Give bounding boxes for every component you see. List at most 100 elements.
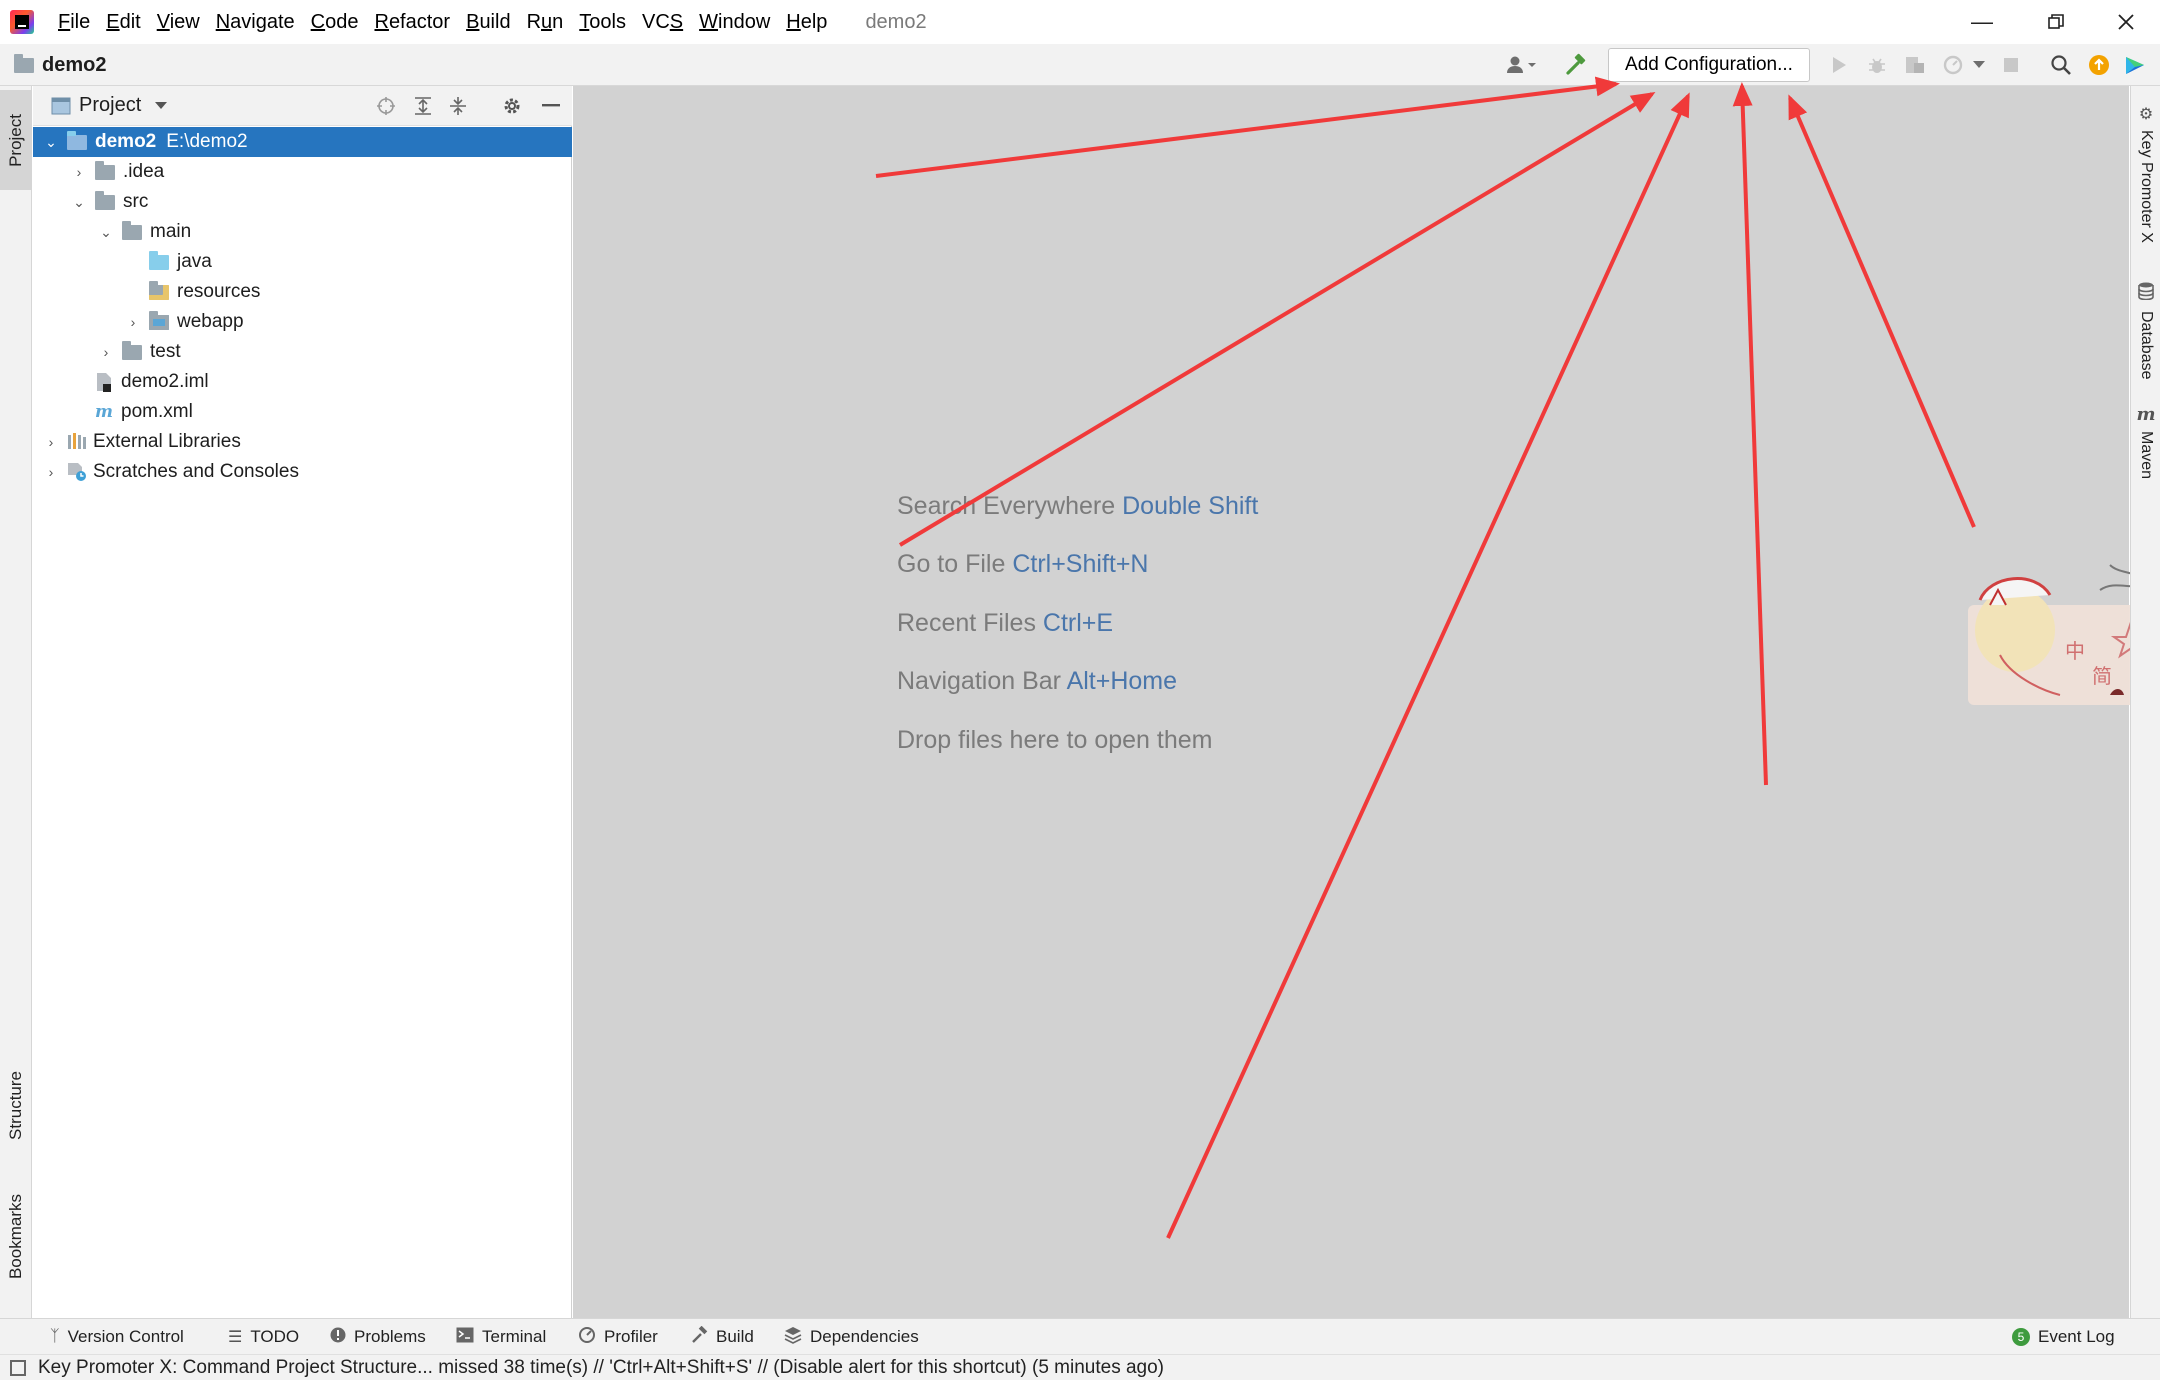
tree-item-demo2-iml[interactable]: demo2.iml <box>33 367 572 397</box>
search-icon[interactable] <box>2046 44 2076 86</box>
menu-vcs[interactable]: VCS <box>634 0 691 44</box>
build-hammer-icon[interactable] <box>1556 44 1596 86</box>
tree-item-label: External Libraries <box>93 431 241 452</box>
tree-item-resources[interactable]: resources <box>33 277 572 307</box>
tool-tab-dependencies[interactable]: Dependencies <box>784 1319 919 1355</box>
chevron-down-icon[interactable] <box>155 101 168 110</box>
intellij-logo-icon[interactable] <box>10 10 34 34</box>
hint-search-everywhere: Search Everywhere Double Shift <box>897 492 1258 521</box>
update-icon[interactable] <box>2084 44 2114 86</box>
menu-window[interactable]: Window <box>691 0 778 44</box>
hint-shortcut: Alt+Home <box>1066 667 1178 695</box>
status-bar: Key Promoter X: Command Project Structur… <box>0 1354 2160 1380</box>
chevron-right-icon[interactable]: › <box>123 314 143 330</box>
tree-item-label: main <box>150 221 192 242</box>
tree-item-path: E:\demo2 <box>166 131 248 152</box>
tool-tab-version-control[interactable]: ᛉ Version Control <box>50 1319 184 1355</box>
tree-item-pom-xml[interactable]: m pom.xml <box>33 397 572 427</box>
chevron-down-icon[interactable] <box>1968 44 1990 86</box>
expand-all-icon[interactable] <box>408 86 438 126</box>
menu-refactor[interactable]: Refactor <box>366 0 458 44</box>
menu-edit[interactable]: Edit <box>98 0 148 44</box>
tool-tab-database[interactable]: Database <box>2131 282 2160 380</box>
tree-item-label: java <box>177 251 212 272</box>
list-icon: ☰ <box>228 1329 243 1346</box>
mascot-widget[interactable]: 中 简 <box>1960 545 2150 715</box>
hint-text: Drop files here to open them <box>897 726 1213 754</box>
tool-tab-label: Dependencies <box>810 1327 919 1346</box>
tree-item-main[interactable]: ⌄ main <box>33 217 572 247</box>
module-folder-icon <box>67 130 87 150</box>
project-panel-header: Project <box>33 86 572 126</box>
tool-tab-profiler[interactable]: Profiler <box>578 1319 658 1355</box>
breadcrumb[interactable]: demo2 <box>14 44 106 86</box>
debug-icon[interactable] <box>1862 44 1892 86</box>
chevron-down-icon[interactable]: ⌄ <box>41 134 61 151</box>
hint-drop-files: Drop files here to open them <box>897 726 1212 755</box>
tool-tab-maven[interactable]: m Maven <box>2131 404 2160 479</box>
tool-tab-terminal[interactable]: Terminal <box>456 1319 546 1355</box>
tool-tab-key-promoter[interactable]: ⚙ Key Promoter X <box>2131 104 2160 243</box>
status-message[interactable]: Key Promoter X: Command Project Structur… <box>38 1357 1164 1379</box>
tree-item-java[interactable]: java <box>33 247 572 277</box>
libraries-icon <box>67 432 86 452</box>
tool-tab-bookmarks[interactable]: Bookmarks <box>0 1182 32 1292</box>
gear-icon[interactable] <box>497 86 527 126</box>
tree-item-scratches[interactable]: › Scratches and Consoles <box>33 457 572 487</box>
tree-item-test[interactable]: › test <box>33 337 572 367</box>
tool-tab-structure[interactable]: Structure <box>0 1050 32 1160</box>
menu-navigate[interactable]: Navigate <box>208 0 303 44</box>
menu-build[interactable]: Build <box>458 0 518 44</box>
tree-item-external-libraries[interactable]: › External Libraries <box>33 427 572 457</box>
menu-code[interactable]: Code <box>303 0 367 44</box>
run-icon[interactable] <box>1824 44 1854 86</box>
tree-item-label: src <box>123 191 149 212</box>
jetbrains-toolbox-icon[interactable] <box>2120 44 2150 86</box>
web-folder-icon <box>149 310 169 330</box>
tool-tab-key-promoter-label: Key Promoter X <box>2138 130 2155 243</box>
editor-area[interactable]: Search Everywhere Double Shift Go to Fil… <box>573 86 2129 1318</box>
stop-icon[interactable] <box>1996 44 2026 86</box>
tool-tab-problems[interactable]: Problems <box>330 1319 426 1355</box>
hide-panel-icon[interactable] <box>536 86 566 126</box>
breadcrumb-project[interactable]: demo2 <box>42 54 106 77</box>
menu-run[interactable]: Run <box>519 0 572 44</box>
tool-tab-label: Profiler <box>604 1327 658 1346</box>
tool-tab-todo[interactable]: ☰ TODO <box>228 1319 299 1355</box>
tool-tab-project[interactable]: Project <box>0 90 32 190</box>
chevron-down-icon[interactable]: ⌄ <box>69 194 89 211</box>
restore-icon[interactable] <box>2024 0 2088 44</box>
profile-icon[interactable] <box>1938 44 1968 86</box>
menu-view[interactable]: View <box>149 0 208 44</box>
tree-item-demo2[interactable]: ⌄ demo2 E:\demo2 <box>33 127 572 157</box>
folder-icon <box>122 220 142 240</box>
tree-item-src[interactable]: ⌄ src <box>33 187 572 217</box>
tool-tab-build[interactable]: Build <box>690 1319 754 1355</box>
collapse-all-icon[interactable] <box>443 86 473 126</box>
chevron-right-icon[interactable]: › <box>41 464 61 480</box>
tool-tab-label: Build <box>716 1327 754 1346</box>
tool-tab-event-log[interactable]: 5 Event Log <box>2012 1319 2115 1355</box>
menu-file[interactable]: File <box>50 0 98 44</box>
mascot-char: 简 <box>2092 666 2112 688</box>
user-vcs-icon[interactable] <box>1500 44 1544 86</box>
close-icon[interactable] <box>2094 0 2158 44</box>
add-configuration-button[interactable]: Add Configuration... <box>1608 48 1810 82</box>
hint-text: Navigation Bar <box>897 667 1061 695</box>
key-promoter-icon: ⚙ <box>2138 106 2154 123</box>
minimize-icon[interactable]: — <box>1950 0 2014 44</box>
tree-item-webapp[interactable]: › webapp <box>33 307 572 337</box>
scratches-icon <box>67 462 86 482</box>
coverage-icon[interactable] <box>1900 44 1930 86</box>
chevron-right-icon[interactable]: › <box>69 164 89 180</box>
mascot-char: 中 <box>2065 641 2085 663</box>
chevron-right-icon[interactable]: › <box>41 434 61 450</box>
menu-help[interactable]: Help <box>778 0 835 44</box>
tool-windows-toggle-icon[interactable] <box>10 1359 26 1376</box>
project-panel-title[interactable]: Project <box>79 94 141 117</box>
chevron-down-icon[interactable]: ⌄ <box>96 224 116 241</box>
tree-item-idea[interactable]: › .idea <box>33 157 572 187</box>
locate-icon[interactable] <box>371 86 401 126</box>
chevron-right-icon[interactable]: › <box>96 344 116 360</box>
menu-tools[interactable]: Tools <box>571 0 634 44</box>
